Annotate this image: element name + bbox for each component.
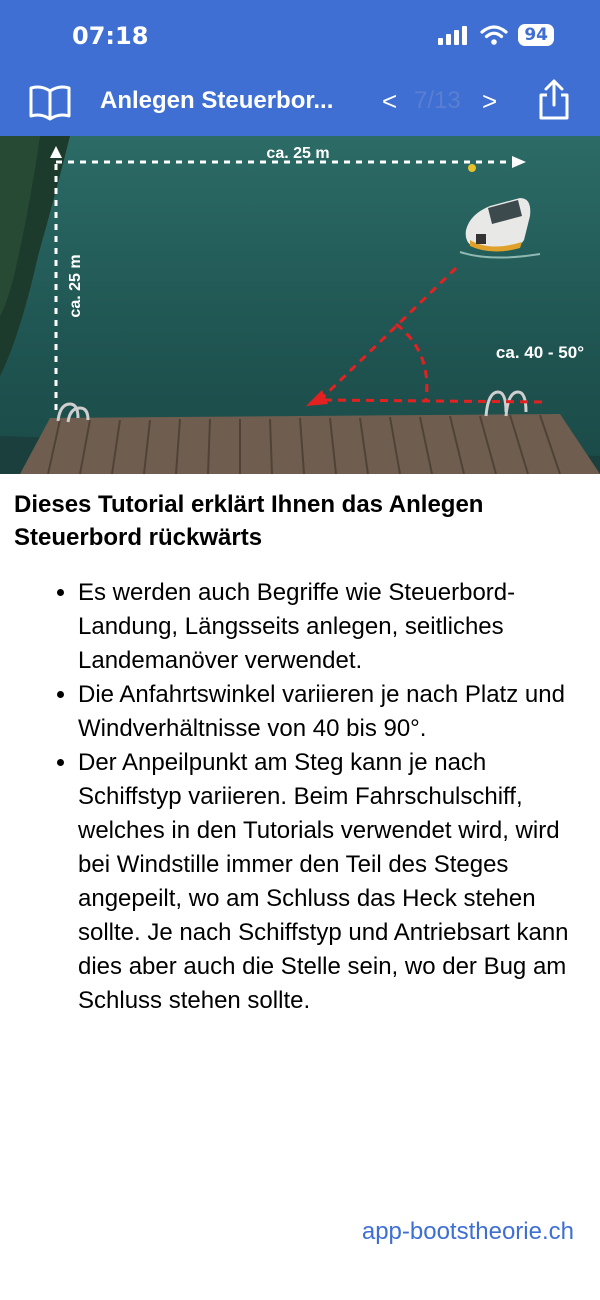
status-time: 07:18	[72, 22, 149, 50]
docking-diagram: ca. 25 m ca. 25 m ca. 40 - 50°	[0, 136, 600, 474]
book-icon[interactable]	[28, 82, 72, 122]
list-item: Der Anpeilpunkt am Steg kann je nach Sch…	[78, 746, 586, 1018]
list-item: Die Anfahrtswinkel variieren je nach Pla…	[78, 678, 586, 746]
nav-bar: Anlegen Steuerbor... < 7/13 >	[0, 78, 600, 126]
app-header: 07:18 94 Anlegen Steuerbor... < 7/13 >	[0, 0, 600, 136]
height-label: ca. 25 m	[67, 254, 84, 317]
width-label: ca. 25 m	[266, 145, 329, 162]
buoy	[468, 164, 476, 172]
status-icons: 94	[438, 24, 554, 46]
page-counter: 7/13	[414, 87, 461, 114]
angle-label: ca. 40 - 50°	[496, 343, 584, 362]
wifi-icon	[480, 25, 508, 45]
next-page-button[interactable]: >	[482, 86, 497, 117]
tutorial-image: ca. 25 m ca. 25 m ca. 40 - 50°	[0, 136, 600, 474]
tutorial-heading: Dieses Tutorial erklärt Ihnen das Anlege…	[14, 491, 484, 551]
website-link[interactable]: app-bootstheorie.ch	[362, 1218, 574, 1246]
tutorial-content: Dieses Tutorial erklärt Ihnen das Anlege…	[0, 474, 600, 1018]
signal-icon	[438, 26, 468, 45]
share-icon[interactable]	[536, 78, 572, 122]
battery-indicator: 94	[518, 24, 554, 46]
previous-page-button[interactable]: <	[382, 86, 397, 117]
page-title: Anlegen Steuerbor...	[100, 87, 334, 114]
bullet-list: Es werden auch Begriffe wie Steuerbord-L…	[0, 576, 600, 1018]
list-item: Es werden auch Begriffe wie Steuerbord-L…	[78, 576, 586, 678]
